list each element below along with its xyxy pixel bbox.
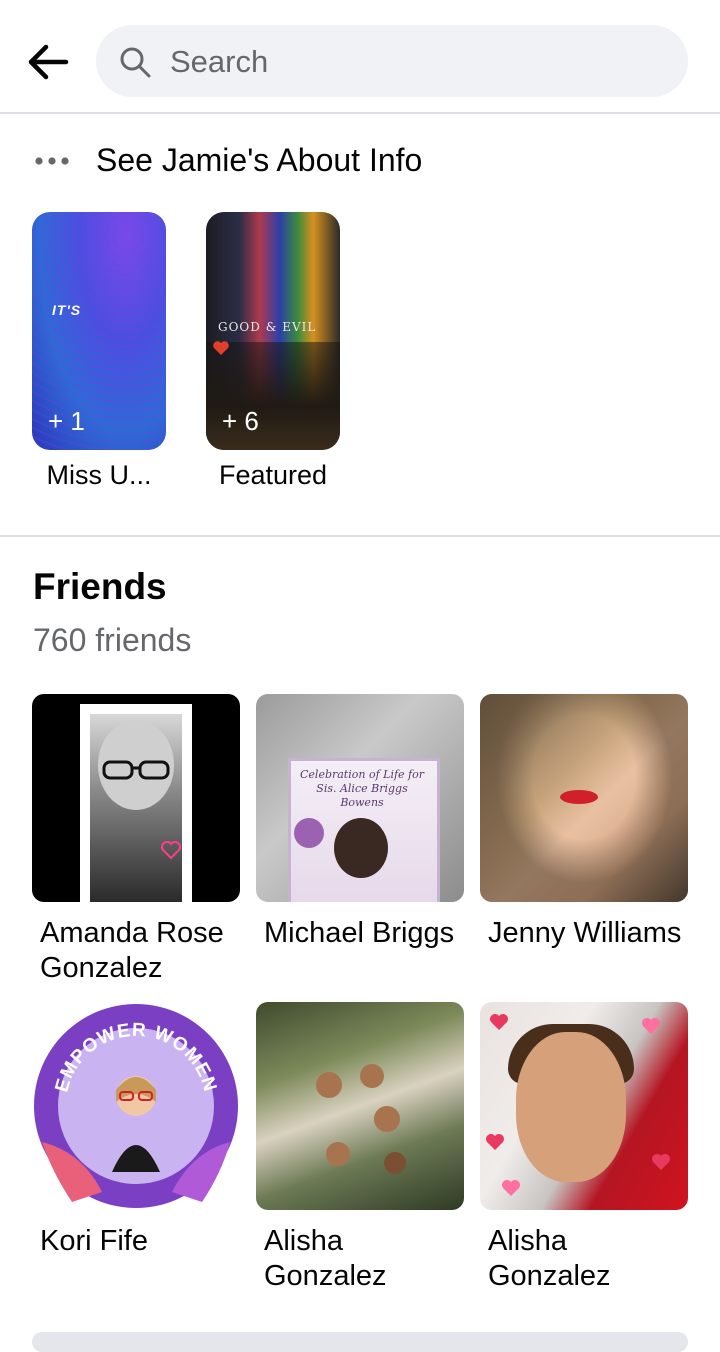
back-button[interactable]	[22, 38, 74, 86]
highlight-count: + 6	[222, 406, 259, 436]
friend-card[interactable]: Amanda Rose Gonzalez	[32, 694, 240, 986]
back-arrow-icon	[28, 44, 69, 80]
heart-icon	[652, 1154, 670, 1170]
search-bar[interactable]	[96, 25, 688, 97]
friend-name: Kori Fife	[40, 1225, 148, 1257]
heart-icon	[486, 1134, 504, 1150]
empower-women-badge: EMPOWER WOMEN	[34, 1004, 238, 1208]
friend-photo	[480, 1002, 688, 1210]
friend-card[interactable]: Jenny Williams	[480, 694, 688, 951]
friend-photo: EMPOWER WOMEN	[32, 1002, 240, 1210]
heart-icon	[490, 1014, 508, 1030]
friend-name: Amanda Rose Gonzalez	[40, 917, 224, 984]
friend-name: Alisha Gonzalez	[488, 1225, 611, 1292]
see-about-info-row[interactable]: See Jamie's About Info	[0, 114, 720, 206]
friend-card[interactable]: Alisha Gonzalez	[256, 1002, 464, 1294]
highlight-name: Featured	[218, 460, 328, 490]
friend-photo: Celebration of Life for Sis. Alice Brigg…	[256, 694, 464, 902]
highlight-thumbnail: IT'S + 1	[32, 212, 166, 450]
highlight-miss-u[interactable]: IT'S + 1 Miss U...	[32, 212, 166, 490]
friend-photo	[256, 1002, 464, 1210]
top-bar	[0, 0, 720, 114]
highlight-overlay-text: GOOD & EVIL	[218, 320, 317, 334]
photo-caption: Celebration of Life for Sis. Alice Brigg…	[300, 768, 424, 809]
heart-icon	[161, 841, 181, 860]
friends-count: 760 friends	[33, 622, 192, 658]
heart-icon	[642, 1018, 660, 1034]
friends-section-title: Friends	[33, 566, 167, 607]
friend-card[interactable]: Alisha Gonzalez	[480, 1002, 688, 1294]
highlight-count: + 1	[48, 406, 85, 436]
section-divider	[0, 535, 720, 537]
friend-photo	[480, 694, 688, 902]
more-dots-icon	[35, 157, 69, 165]
highlight-name: Miss U...	[46, 460, 152, 490]
highlight-thumbnail: GOOD & EVIL + 6	[206, 212, 340, 450]
friend-name: Michael Briggs	[264, 917, 455, 949]
search-input[interactable]	[168, 35, 662, 89]
see-all-friends-button[interactable]	[32, 1332, 688, 1352]
heart-icon	[213, 341, 229, 355]
highlight-overlay-text: IT'S	[52, 302, 82, 318]
heart-icon	[502, 1180, 520, 1196]
friend-name: Alisha Gonzalez	[264, 1225, 387, 1292]
friend-card[interactable]: Celebration of Life for Sis. Alice Brigg…	[256, 694, 464, 951]
friend-photo	[32, 694, 240, 902]
see-about-info-label: See Jamie's About Info	[96, 142, 423, 178]
friend-name: Jenny Williams	[488, 917, 682, 949]
friend-card[interactable]: EMPOWER WOMEN Kori Fife	[32, 1002, 240, 1259]
search-icon	[120, 47, 151, 78]
highlight-featured[interactable]: GOOD & EVIL + 6 Featured	[206, 212, 340, 490]
